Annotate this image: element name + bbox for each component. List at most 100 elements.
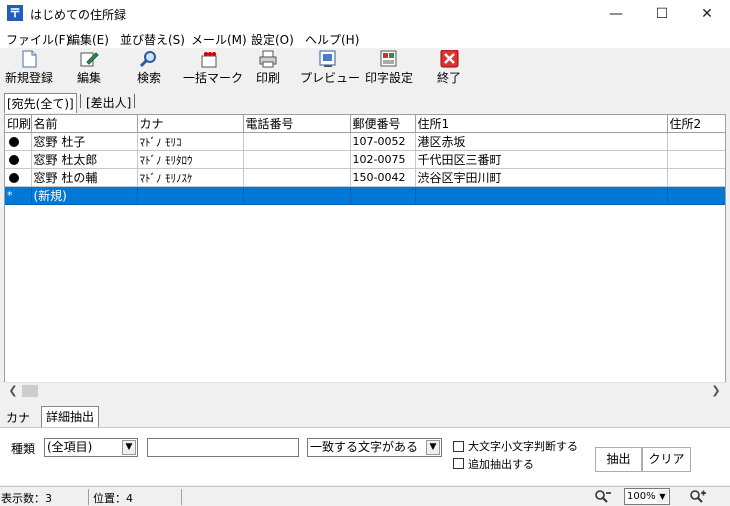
zip-cell[interactable]: 150-0042 — [350, 168, 416, 187]
status-bar: 表示数：3 位置：4 100% ▼ — [0, 486, 730, 506]
tab-recipients[interactable]: [宛先(全て)] — [4, 93, 77, 113]
bulk-mark-icon — [199, 50, 219, 68]
scroll-left-icon[interactable]: ❮ — [6, 384, 20, 398]
minimize-button[interactable]: — — [593, 0, 639, 28]
scroll-right-icon[interactable]: ❯ — [709, 384, 723, 398]
column-header-kana[interactable]: カナ — [137, 115, 244, 133]
column-header-address1[interactable]: 住所1 — [415, 115, 668, 133]
column-header-address2[interactable]: 住所2 — [667, 115, 725, 133]
search-button[interactable]: 検索 — [132, 50, 166, 88]
window-title: はじめての住所録 — [30, 8, 127, 22]
print-mark-cell[interactable] — [5, 168, 32, 187]
print-settings-button[interactable]: 印字設定 — [363, 50, 415, 88]
app-icon: 〒 — [7, 5, 23, 21]
maximize-button[interactable]: ☐ — [639, 0, 685, 28]
preview-button[interactable]: プレビュー — [300, 50, 361, 88]
menu-bar: ファイル(F) 編集(E) 並び替え(S) メール(M) 設定(O) ヘルプ(H… — [0, 28, 730, 48]
name-cell[interactable]: 窓野 杜太郎 — [31, 150, 138, 169]
filter-tabs: カナ 詳細抽出 — [0, 405, 730, 427]
print-mark-cell[interactable] — [5, 132, 32, 151]
address-tabs: [宛先(全て)] [差出人] — [0, 91, 730, 113]
address1-cell[interactable]: 千代田区三番町 — [415, 150, 668, 169]
column-header-phone[interactable]: 電話番号 — [243, 115, 351, 133]
address1-cell[interactable]: 港区赤坂 — [415, 132, 668, 151]
search-icon — [139, 50, 159, 68]
new-entry-label: 新規登録 — [4, 71, 53, 85]
phone-cell[interactable] — [243, 168, 351, 187]
clear-button[interactable]: クリア — [642, 447, 691, 472]
search-label: 検索 — [136, 71, 161, 85]
case-checkbox[interactable] — [453, 441, 464, 452]
print-mark-dot — [9, 155, 19, 165]
zip-cell[interactable] — [350, 186, 416, 205]
print-button[interactable]: 印刷 — [253, 50, 283, 88]
zip-cell[interactable]: 107-0052 — [350, 132, 416, 151]
chevron-down-icon[interactable]: ▼ — [657, 490, 668, 503]
tab-kana[interactable]: カナ — [2, 408, 34, 427]
address1-cell[interactable] — [415, 186, 668, 205]
table-row[interactable]: 窓野 杜子 ﾏﾄﾞﾉ ﾓﾘｺ 107-0052 港区赤坂 — [5, 132, 725, 151]
status-separator — [181, 489, 182, 505]
new-document-icon — [19, 50, 39, 68]
close-button[interactable]: ✕ — [684, 0, 730, 28]
scroll-thumb[interactable] — [22, 385, 38, 397]
name-cell[interactable]: 窓野 杜の輔 — [31, 168, 138, 187]
new-row-marker[interactable]: * — [5, 186, 32, 205]
kana-cell[interactable]: ﾏﾄﾞﾉ ﾓﾘｺ — [137, 132, 244, 151]
toolbar: 新規登録 編集 検索 一括マーク 印刷 プレビュー 印字設定 終了 — [0, 48, 730, 90]
horizontal-scrollbar[interactable]: ❮ ❯ — [4, 382, 726, 399]
edit-button[interactable]: 編集 — [70, 50, 108, 88]
exit-button[interactable]: 終了 — [435, 49, 463, 88]
case-checkbox-label[interactable]: 大文字小文字判断する — [468, 438, 578, 454]
menu-file[interactable]: ファイル(F) — [6, 31, 70, 48]
zip-cell[interactable]: 102-0075 — [350, 150, 416, 169]
print-mark-cell[interactable] — [5, 150, 32, 169]
menu-sort[interactable]: 並び替え(S) — [120, 31, 185, 48]
kana-cell[interactable]: ﾏﾄﾞﾉ ﾓﾘﾀﾛｳ — [137, 150, 244, 169]
menu-help[interactable]: ヘルプ(H) — [305, 31, 359, 48]
preview-label: プレビュー — [300, 71, 361, 85]
address2-cell[interactable] — [667, 132, 725, 151]
address1-cell[interactable]: 渋谷区宇田川町 — [415, 168, 668, 187]
match-select[interactable]: 一致する文字がある ▼ — [307, 438, 442, 457]
menu-settings[interactable]: 設定(O) — [251, 31, 294, 48]
zoom-in-icon[interactable] — [689, 488, 707, 506]
address2-cell[interactable] — [667, 168, 725, 187]
status-separator — [88, 489, 89, 505]
kind-select[interactable]: (全項目) ▼ — [44, 438, 138, 457]
phone-cell[interactable] — [243, 150, 351, 169]
new-row[interactable]: * (新規) — [5, 186, 725, 205]
column-header-name[interactable]: 名前 — [31, 115, 138, 133]
exit-label: 終了 — [436, 71, 461, 85]
column-header-zip[interactable]: 郵便番号 — [350, 115, 416, 133]
new-row-label[interactable]: (新規) — [31, 186, 138, 205]
bulk-mark-button[interactable]: 一括マーク — [183, 50, 243, 88]
menu-mail[interactable]: メール(M) — [191, 31, 247, 48]
name-cell[interactable]: 窓野 杜子 — [31, 132, 138, 151]
extract-button[interactable]: 抽出 — [595, 447, 642, 472]
phone-cell[interactable] — [243, 132, 351, 151]
phone-cell[interactable] — [243, 186, 351, 205]
chevron-down-icon[interactable]: ▼ — [426, 440, 440, 455]
preview-icon — [318, 50, 338, 68]
table-row[interactable]: 窓野 杜の輔 ﾏﾄﾞﾉ ﾓﾘﾉｽｹ 150-0042 渋谷区宇田川町 — [5, 168, 725, 187]
kana-cell[interactable] — [137, 186, 244, 205]
append-checkbox-label[interactable]: 追加抽出する — [468, 456, 534, 472]
grid-header-row: 印刷 名前 カナ 電話番号 郵便番号 住所1 住所2 — [5, 115, 725, 133]
edit-icon — [79, 50, 99, 68]
chevron-down-icon[interactable]: ▼ — [122, 440, 136, 455]
menu-edit[interactable]: 編集(E) — [68, 31, 109, 48]
address2-cell[interactable] — [667, 186, 725, 205]
tab-senders[interactable]: [差出人] — [84, 93, 133, 112]
table-row[interactable]: 窓野 杜太郎 ﾏﾄﾞﾉ ﾓﾘﾀﾛｳ 102-0075 千代田区三番町 — [5, 150, 725, 169]
tab-detail-extract[interactable]: 詳細抽出 — [41, 406, 100, 427]
kana-cell[interactable]: ﾏﾄﾞﾉ ﾓﾘﾉｽｹ — [137, 168, 244, 187]
column-header-print[interactable]: 印刷 — [5, 115, 32, 133]
zoom-out-icon[interactable] — [594, 488, 612, 506]
zoom-select[interactable]: 100% ▼ — [624, 488, 670, 505]
append-checkbox[interactable] — [453, 458, 464, 469]
address-grid[interactable]: 印刷 名前 カナ 電話番号 郵便番号 住所1 住所2 窓野 杜子 ﾏﾄﾞﾉ ﾓﾘ… — [4, 114, 726, 399]
address2-cell[interactable] — [667, 150, 725, 169]
filter-text-input[interactable] — [147, 438, 299, 457]
new-entry-button[interactable]: 新規登録 — [4, 50, 54, 88]
